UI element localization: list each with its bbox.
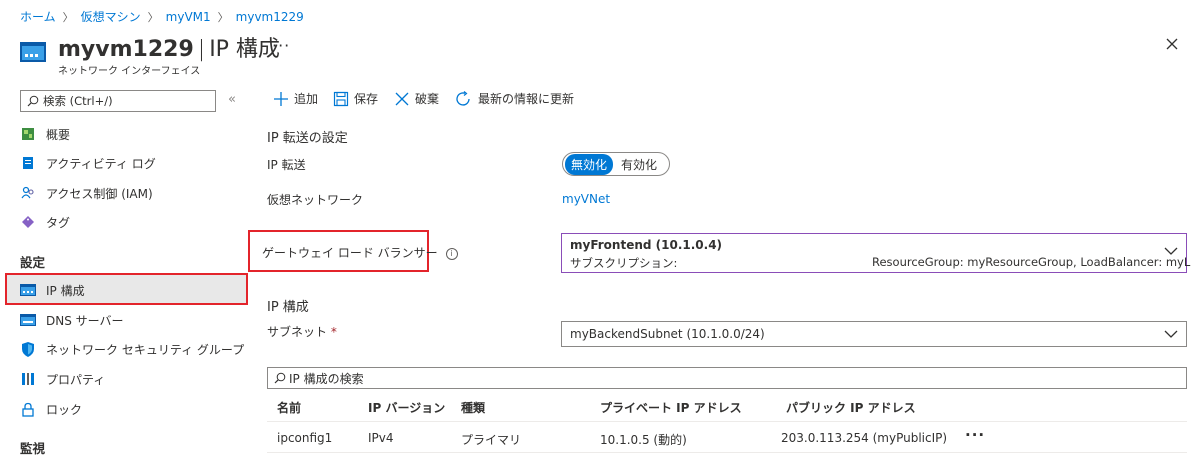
toggle-option-enabled[interactable]: 有効化 bbox=[613, 154, 665, 175]
breadcrumb-nic[interactable]: myvm1229 bbox=[236, 10, 304, 24]
subnet-dropdown[interactable]: myBackendSubnet (10.1.0.0/24) bbox=[561, 321, 1187, 347]
sidebar-section-settings: 設定 bbox=[20, 255, 46, 270]
nsg-shield-icon bbox=[20, 341, 36, 357]
chevron-right-icon: 〉 bbox=[62, 10, 74, 24]
network-interface-icon bbox=[20, 42, 46, 62]
sidebar-item-properties[interactable]: プロパティ bbox=[20, 368, 105, 390]
more-options-button[interactable]: ··· bbox=[272, 36, 290, 55]
subnet-label: サブネット * bbox=[267, 325, 337, 339]
sidebar-item-activity-log[interactable]: アクティビティ ログ bbox=[20, 152, 156, 174]
sidebar-item-tags[interactable]: タグ bbox=[20, 211, 70, 233]
dns-icon bbox=[20, 312, 36, 328]
discard-x-icon bbox=[395, 92, 409, 105]
chevron-right-icon: 〉 bbox=[217, 10, 229, 24]
activity-log-icon bbox=[20, 155, 36, 171]
table-cell-name[interactable]: ipconfig1 bbox=[277, 431, 332, 445]
save-button[interactable]: 保存 bbox=[333, 90, 378, 107]
column-header-public-ip[interactable]: パブリック IP アドレス bbox=[786, 399, 916, 416]
table-cell-public-ip: 203.0.113.254 (myPublicIP) bbox=[781, 431, 948, 445]
tag-icon bbox=[20, 214, 36, 230]
ip-forwarding-label: IP 転送 bbox=[267, 158, 306, 172]
iam-icon bbox=[20, 185, 36, 201]
breadcrumb-vm[interactable]: myVM1 bbox=[166, 10, 211, 24]
sidebar-item-overview[interactable]: 概要 bbox=[20, 123, 70, 145]
vnet-label: 仮想ネットワーク bbox=[267, 193, 364, 207]
ip-forwarding-toggle[interactable]: 無効化 有効化 bbox=[562, 152, 670, 176]
gateway-lb-label: ゲートウェイ ロード バランサー i bbox=[262, 244, 458, 261]
sidebar-item-lock[interactable]: ロック bbox=[20, 398, 82, 420]
vnet-link[interactable]: myVNet bbox=[562, 192, 610, 206]
breadcrumb: ホーム 〉 仮想マシン 〉 myVM1 〉 myvm1229 bbox=[20, 8, 304, 25]
close-icon[interactable] bbox=[1162, 34, 1182, 54]
page-subtitle: ネットワーク インターフェイス bbox=[58, 66, 201, 77]
collapse-sidebar-button[interactable]: « bbox=[228, 92, 236, 107]
table-divider bbox=[267, 421, 1187, 422]
properties-icon bbox=[20, 371, 36, 387]
sidebar-item-ip-config[interactable]: IP 構成 bbox=[20, 279, 85, 301]
table-cell-ip-version: IPv4 bbox=[368, 431, 394, 445]
ip-config-search-input[interactable]: IP 構成の検索 bbox=[267, 367, 1187, 389]
chevron-down-icon bbox=[1164, 330, 1178, 338]
refresh-icon bbox=[456, 90, 470, 106]
sidebar-item-dns[interactable]: DNS サーバー bbox=[20, 309, 124, 331]
sidebar-search-input[interactable]: 検索 (Ctrl+/) bbox=[20, 90, 216, 112]
toggle-option-disabled[interactable]: 無効化 bbox=[565, 153, 614, 175]
discard-button[interactable]: 破棄 bbox=[394, 90, 439, 107]
sidebar-item-nsg[interactable]: ネットワーク セキュリティ グループ bbox=[20, 338, 244, 360]
refresh-button[interactable]: 最新の情報に更新 bbox=[455, 90, 574, 107]
column-header-ip-version[interactable]: IP バージョン bbox=[368, 399, 445, 416]
table-cell-private-ip: 10.1.0.5 (動的) bbox=[600, 433, 687, 447]
table-divider bbox=[267, 452, 1187, 453]
required-marker: * bbox=[330, 325, 337, 339]
ip-config-section-title: IP 構成 bbox=[267, 300, 309, 315]
sidebar-item-iam[interactable]: アクセス制御 (IAM) bbox=[20, 182, 153, 204]
gateway-lb-dropdown[interactable]: myFrontend (10.1.0.4) サブスクリプション: Resourc… bbox=[561, 233, 1190, 273]
table-cell-type: プライマリ bbox=[461, 433, 522, 447]
column-header-name[interactable]: 名前 bbox=[277, 399, 301, 416]
search-icon bbox=[27, 95, 39, 107]
page-title: myvm1229 | IP 構成 bbox=[58, 37, 280, 62]
row-more-options-button[interactable]: ··· bbox=[965, 426, 985, 444]
overview-icon bbox=[20, 126, 36, 142]
chevron-right-icon: 〉 bbox=[147, 10, 159, 24]
save-icon bbox=[333, 91, 349, 106]
column-header-type[interactable]: 種類 bbox=[461, 399, 485, 416]
chevron-down-icon bbox=[1164, 247, 1178, 255]
search-icon bbox=[274, 372, 286, 384]
sidebar-section-monitoring: 監視 bbox=[20, 441, 46, 456]
plus-icon bbox=[274, 91, 288, 106]
column-header-private-ip[interactable]: プライベート IP アドレス bbox=[600, 399, 742, 416]
lock-icon bbox=[20, 401, 36, 417]
add-button[interactable]: 追加 bbox=[273, 90, 318, 107]
breadcrumb-vms[interactable]: 仮想マシン bbox=[81, 8, 141, 25]
ip-config-icon bbox=[20, 282, 36, 298]
info-icon[interactable]: i bbox=[445, 247, 458, 260]
ip-forwarding-section-title: IP 転送の設定 bbox=[267, 131, 348, 146]
breadcrumb-home[interactable]: ホーム bbox=[20, 8, 56, 25]
